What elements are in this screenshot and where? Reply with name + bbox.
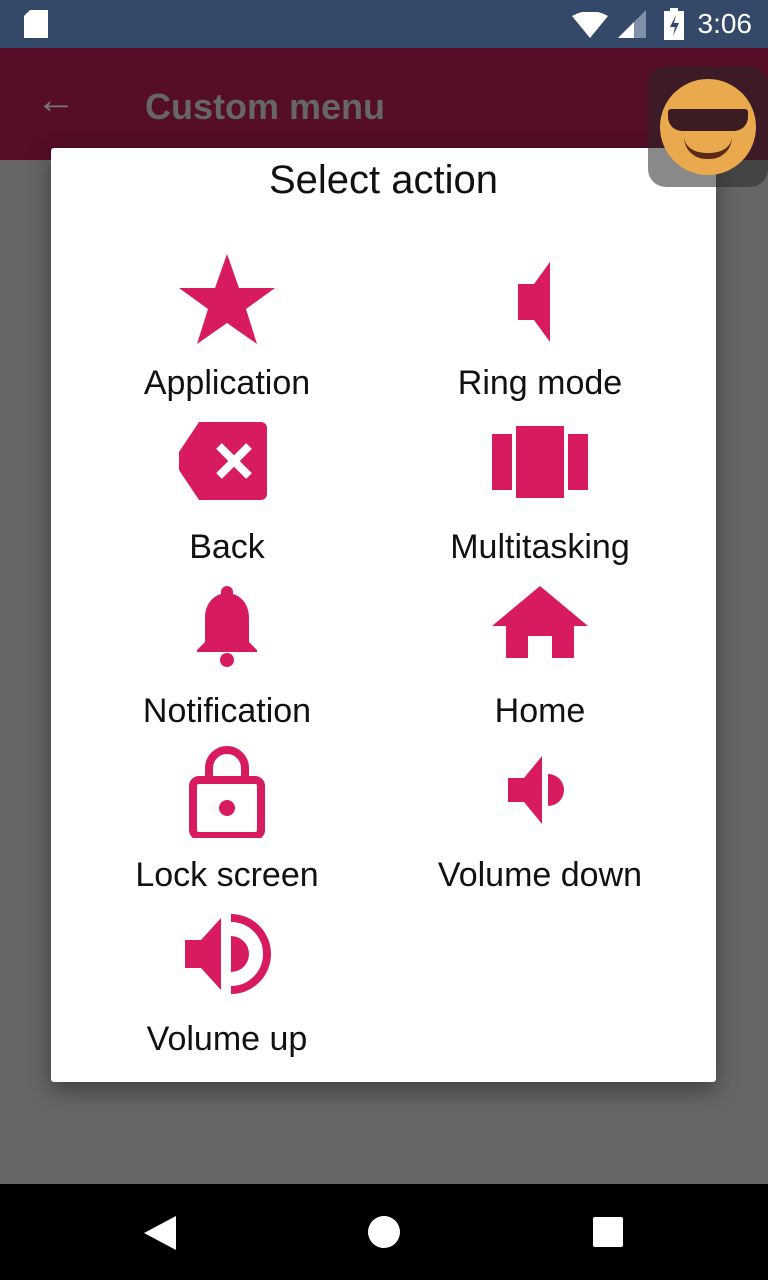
action-label: Ring mode xyxy=(457,364,623,402)
page-title: Custom menu xyxy=(145,86,386,127)
action-label: Application xyxy=(143,364,311,402)
action-home[interactable]: Home xyxy=(390,578,690,742)
action-label: Volume up xyxy=(146,1020,308,1058)
backspace-icon xyxy=(179,422,267,500)
back-arrow-icon[interactable]: ← xyxy=(36,78,76,123)
action-label: Lock screen xyxy=(135,856,319,894)
action-volume-down[interactable]: Volume down xyxy=(390,742,690,906)
dialog-title: Select action xyxy=(268,158,499,202)
select-action-dialog: Select action Application Ring mode Back… xyxy=(51,148,716,1082)
nav-home-icon[interactable] xyxy=(367,1215,401,1249)
volume-down-icon xyxy=(508,756,564,824)
nav-back-icon[interactable] xyxy=(144,1216,176,1250)
sd-card-icon xyxy=(24,10,48,38)
action-multitasking[interactable]: Multitasking xyxy=(390,414,690,578)
star-icon xyxy=(179,254,275,344)
wifi-icon xyxy=(572,12,608,38)
speaker-icon xyxy=(518,262,550,342)
home-icon xyxy=(492,586,588,658)
floating-emoji-button[interactable] xyxy=(648,67,768,187)
action-label: Volume down xyxy=(437,856,643,894)
volume-up-icon xyxy=(185,914,271,994)
action-label: Notification xyxy=(142,692,312,730)
action-volume-up[interactable]: Volume up xyxy=(77,906,377,1070)
action-application[interactable]: Application xyxy=(77,250,377,414)
carousel-icon xyxy=(492,426,588,498)
lock-icon xyxy=(189,746,265,838)
action-lock-screen[interactable]: Lock screen xyxy=(77,742,377,906)
action-notification[interactable]: Notification xyxy=(77,578,377,742)
action-label: Back xyxy=(189,528,265,566)
action-label: Home xyxy=(494,692,586,730)
clock: 3:06 xyxy=(697,8,753,39)
navigation-bar xyxy=(0,1184,768,1280)
signal-icon xyxy=(618,10,646,38)
battery-charging-icon xyxy=(664,8,684,40)
bell-icon xyxy=(197,586,257,667)
action-label: Multitasking xyxy=(450,528,630,566)
sunglasses-emoji-icon xyxy=(660,79,756,175)
action-ring-mode[interactable]: Ring mode xyxy=(390,250,690,414)
nav-recents-icon[interactable] xyxy=(593,1217,623,1247)
action-back[interactable]: Back xyxy=(77,414,377,578)
status-bar: 3:06 xyxy=(0,0,768,48)
